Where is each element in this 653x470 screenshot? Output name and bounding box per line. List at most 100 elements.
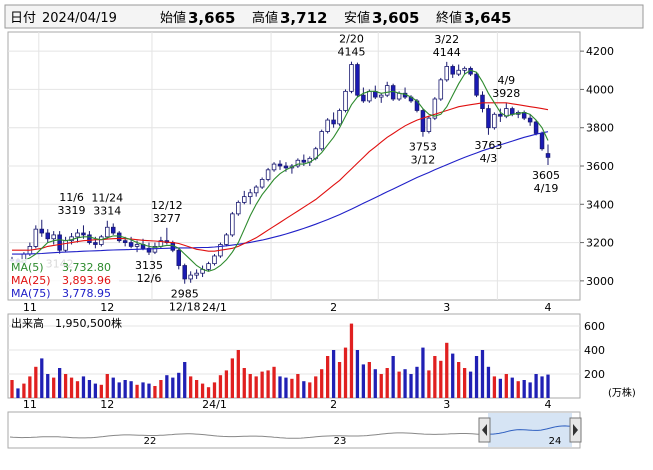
open-value: 3,665 — [188, 9, 235, 27]
candle-body — [283, 165, 289, 169]
volume-bar — [183, 362, 187, 398]
volume-bar — [75, 381, 80, 398]
volume-bar — [421, 347, 425, 398]
volume-bar — [403, 369, 407, 398]
candle-body — [236, 201, 241, 215]
candle-body — [510, 108, 515, 115]
candle-body — [355, 64, 360, 96]
candle-body — [456, 69, 461, 75]
volume-bar — [439, 360, 443, 398]
volume-bar — [141, 382, 145, 398]
candle-body — [33, 228, 39, 247]
annotation-price: 3928 — [492, 87, 520, 100]
candle-body — [378, 94, 384, 98]
volume-unit: (万株) — [608, 386, 636, 399]
volume-bar — [177, 372, 181, 398]
volume-tick-label: 200 — [584, 368, 605, 381]
annotation-date: 11/24 — [91, 192, 123, 205]
navigator-year-label: 22 — [144, 436, 157, 447]
candle-body — [277, 163, 283, 167]
volume-bar — [522, 380, 526, 398]
candle-body — [224, 234, 229, 245]
volume-tick-label: 400 — [584, 344, 605, 357]
candle-body — [486, 108, 491, 129]
volume-bar — [361, 364, 366, 398]
month-label: 3 — [443, 398, 450, 411]
volume-bar — [69, 377, 74, 398]
volume-tick-label: 600 — [584, 320, 605, 333]
price-tick-label: 3800 — [586, 122, 614, 135]
volume-title: 出来高 1,950,500株 — [11, 316, 122, 330]
volume-bar — [451, 353, 455, 398]
volume-bar — [129, 381, 133, 398]
volume-bar — [326, 356, 330, 398]
volume-bar — [111, 377, 115, 398]
volume-bar — [266, 370, 270, 398]
volume-bar — [242, 368, 246, 398]
candle-body — [301, 159, 307, 163]
volume-bar — [546, 374, 550, 398]
navigator-left-handle[interactable] — [478, 417, 491, 443]
candle-body — [349, 64, 354, 92]
legend-value: 3,778.95 — [62, 287, 111, 300]
volume-bar — [10, 380, 14, 398]
volume-bar — [117, 382, 121, 398]
navigator-right-handle[interactable] — [569, 417, 582, 443]
candle-body — [45, 232, 50, 240]
volume-bar — [40, 358, 44, 398]
volume-bar — [230, 358, 234, 398]
annotation-date: 11/6 — [59, 191, 84, 204]
volume-bar — [540, 376, 544, 398]
annotation-date: 12/12 — [151, 199, 183, 212]
price-tick-label: 4000 — [586, 83, 614, 96]
candle-body — [188, 274, 193, 280]
annotation-date: 4/3 — [480, 152, 498, 165]
volume-bar — [427, 370, 431, 398]
volume-bar — [409, 374, 413, 398]
annotation-date: 3/12 — [411, 154, 436, 167]
annotation-date: 12/18 — [169, 301, 201, 314]
candle-body — [57, 234, 62, 251]
volume-axis: 600 400 200 — [584, 320, 605, 381]
month-label: 4 — [545, 301, 552, 314]
candle-body — [87, 234, 92, 243]
volume-bar — [189, 376, 193, 398]
candle-body — [367, 90, 372, 102]
annotation-price: 3135 — [135, 259, 163, 272]
candle-body — [110, 226, 116, 234]
volume-bar — [498, 378, 502, 398]
volume-bar — [462, 368, 467, 398]
annotation-date: 3/22 — [434, 33, 459, 46]
month-label: 12 — [100, 301, 114, 314]
volume-bar — [397, 371, 401, 398]
volume-bar — [28, 376, 32, 398]
candle-body — [319, 131, 324, 150]
volume-bar — [320, 369, 324, 398]
volume-bar — [224, 370, 229, 398]
volume-bar — [159, 380, 163, 398]
volume-bar — [272, 366, 276, 398]
volume-bar — [165, 375, 169, 398]
candle-body — [265, 169, 271, 180]
candle-body — [259, 178, 265, 188]
month-label: 24/1 — [202, 301, 227, 314]
month-label: 11 — [23, 398, 37, 411]
candle-body — [99, 236, 104, 245]
candle-body — [63, 240, 68, 251]
volume-bar — [34, 366, 38, 398]
candle-body — [206, 263, 211, 270]
month-axis-top: 11 12 24/1 2 3 4 — [23, 301, 552, 314]
candle-body — [212, 255, 217, 265]
volume-bar — [260, 371, 264, 398]
month-label: 2 — [330, 301, 337, 314]
volume-bar — [16, 388, 20, 398]
volume-bar — [81, 376, 86, 398]
candle-body — [105, 226, 110, 238]
volume-bar — [147, 383, 151, 398]
candle-body — [128, 242, 134, 247]
stock-chart: 日付 2024/04/19 始値 3,665 高値 3,712 安値 3,605… — [4, 4, 644, 449]
candle-body — [498, 113, 503, 117]
candle-body — [343, 90, 348, 111]
annotation-date: 2/20 — [339, 33, 364, 46]
volume-bar — [153, 386, 157, 398]
